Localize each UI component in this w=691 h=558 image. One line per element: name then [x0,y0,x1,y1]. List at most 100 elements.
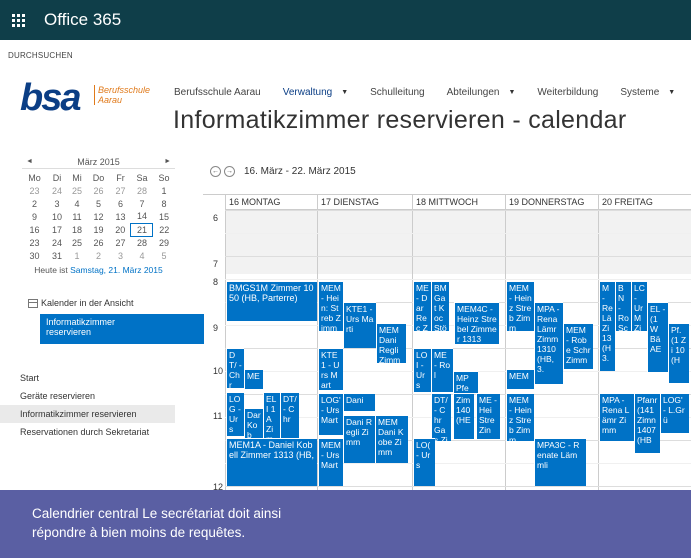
next-month-icon[interactable]: ► [164,158,171,165]
day-header-wednesday[interactable]: 18 MITTWOCH [412,195,505,210]
date-cell[interactable]: 14 [131,210,153,223]
date-cell[interactable]: 20 [110,223,131,236]
leftnav-item-start[interactable]: Start [0,369,175,387]
calendar-event[interactable]: Dani Regli Zimm [343,415,375,463]
topnav-item-schulleitung[interactable]: Schulleitung [370,87,424,98]
date-cell[interactable]: 4 [131,249,153,262]
calendar-event[interactable]: BM Gat Koc Stö [431,281,449,331]
calendar-event[interactable]: MEM - Hein: Streb Zimm [318,281,343,331]
date-cell[interactable]: 28 [131,236,153,249]
calendar-event[interactable]: DT/ - Chr [226,348,244,388]
topnav-item-verwaltung[interactable]: Verwaltung ▼ [283,87,348,98]
date-cell[interactable]: 5 [153,249,175,262]
date-cell[interactable]: 18 [67,223,87,236]
calendar-event[interactable]: ME [244,369,263,389]
calendar-event[interactable]: BN - Ro Sc Zi [615,281,631,331]
calendar-event[interactable]: LOG' - L.Grü [660,393,689,433]
date-cell[interactable]: 13 [110,210,131,223]
date-cell[interactable]: 10 [47,210,67,223]
chevron-down-icon[interactable]: ▼ [341,89,348,96]
calendar-event[interactable]: Dani [343,393,375,411]
calendar-event[interactable]: KTE1 - Urs Mart [318,348,343,390]
date-cell-selected[interactable]: 21 [130,222,154,237]
calendar-event[interactable]: ME - Hei Stre Zin [476,393,500,439]
date-cell[interactable]: 11 [67,210,87,223]
date-cell[interactable]: 1 [153,184,175,197]
calendar-event[interactable]: Pf. (1 Zi 10 (H [668,323,689,383]
topnav-item-systeme[interactable]: Systeme ▼ [620,87,675,98]
date-cell[interactable]: 25 [67,184,87,197]
app-title[interactable]: Office 365 [44,10,121,30]
day-header-monday[interactable]: 16 MONTAG [225,195,317,210]
day-header-friday[interactable]: 20 FREITAG [598,195,691,210]
day-header-thursday[interactable]: 19 DONNERSTAG [505,195,598,210]
today-link[interactable]: Samstag, 21. März 2015 [70,265,163,275]
calendar-event[interactable]: MEM Dani Regli Zimm [376,323,406,363]
date-cell[interactable]: 30 [22,249,47,262]
calendar-event[interactable]: MEM [506,369,534,389]
selected-calendar[interactable]: Informatikzimmer reservieren [40,314,204,344]
date-cell[interactable]: 8 [153,197,175,210]
date-cell[interactable]: 17 [47,223,67,236]
calendar-event[interactable]: DT/ - Chr Gas Zir [431,393,451,441]
date-cell[interactable]: 23 [22,184,47,197]
date-cell[interactable]: 29 [153,236,175,249]
calendar-event[interactable]: M - Re Lä Zi 13 (H 3. [599,281,615,371]
topnav-item-berufsschule[interactable]: Berufsschule Aarau [174,87,261,98]
calendar-event[interactable]: LOG - Urs [226,392,244,436]
date-cell[interactable]: 15 [153,210,175,223]
date-cell[interactable]: 25 [67,236,87,249]
calendar-event[interactable]: Pfanr (141 Zimn 1407 (HB [634,393,660,453]
calendar-event[interactable]: MEM4C - Heinz Strebel Zimmer 1313 [454,302,499,344]
leftnav-item-informatikzimmer[interactable]: Informatikzimmer reservieren [0,405,175,423]
date-cell[interactable]: 19 [87,223,110,236]
date-cell[interactable]: 4 [67,197,87,210]
leftnav-item-sekretariat[interactable]: Reservationen durch Sekretariat [0,423,175,441]
calendar-event[interactable]: MEM - Urs Mart [318,438,343,486]
calendar-event[interactable]: MEM Dani Kobe Zimm [375,415,408,463]
calendar-event[interactable]: MP Pfe [453,371,478,393]
site-logo[interactable]: bsa Berufsschule Aarau [20,79,150,119]
calendar-event[interactable]: MPA - Rena Lämr Zimm 1310 (HB, 3. [534,302,563,384]
date-cell[interactable]: 26 [87,236,110,249]
waffle-icon[interactable] [0,0,36,40]
calendar-event[interactable]: Dar Kob [244,408,263,438]
calendar-event[interactable]: LC - Ur M Zi [631,281,647,331]
calendar-event[interactable]: MEM - Heinz Streb Zimm [506,281,534,331]
date-cell[interactable]: 7 [131,197,153,210]
day-header-tuesday[interactable]: 17 DIENSTAG [317,195,412,210]
date-cell[interactable]: 27 [110,184,131,197]
calendar-event[interactable]: MPA - Rena Lämr Zimm [599,393,634,441]
calendar-event[interactable]: MEM1A - Daniel Kobell Zimmer 1313 (HB, [226,438,317,486]
next-week-icon[interactable]: → [224,166,235,177]
date-cell[interactable]: 6 [110,197,131,210]
calendar-event[interactable]: MEM - Heinz Streb Zimm [506,393,534,441]
date-cell[interactable]: 16 [22,223,47,236]
topnav-item-weiterbildung[interactable]: Weiterbildung [537,87,598,98]
date-cell[interactable]: 31 [47,249,67,262]
date-cell[interactable]: 23 [22,236,47,249]
date-cell[interactable]: 2 [22,197,47,210]
calendar-event[interactable]: Zim 140 (HE [453,393,474,439]
calendar-event[interactable]: ME - Dar Reç Zim [413,281,431,331]
calendar-event[interactable]: EL - (1 W Bä AE [647,302,668,372]
calendar-event[interactable]: BMGS1M Zimmer 1050 (HB, Parterre) [226,281,317,321]
date-cell[interactable]: 5 [87,197,110,210]
date-cell[interactable]: 26 [87,184,110,197]
prev-month-icon[interactable]: ◄ [26,158,33,165]
calendar-event[interactable]: LOI - Urs Ma Zim [413,348,431,392]
date-cell[interactable]: 27 [110,236,131,249]
date-cell[interactable]: 3 [47,197,67,210]
calendar-event[interactable]: ME - Rol [431,348,453,392]
date-cell[interactable]: 24 [47,184,67,197]
calendar-event[interactable]: KTE1 - Urs Marti [343,302,376,348]
date-cell[interactable]: 22 [153,223,175,236]
ribbon-browse-tab[interactable]: DURCHSUCHEN [0,40,691,64]
date-cell[interactable]: 28 [131,184,153,197]
calendar-event[interactable]: ELI 1A Zim [263,392,280,438]
chevron-down-icon[interactable]: ▼ [508,89,515,96]
calendar-event[interactable]: LOG' - Urs Mart [318,393,343,435]
calendar-event[interactable]: LO( - Urs [413,438,435,486]
date-cell[interactable]: 3 [110,249,131,262]
chevron-down-icon[interactable]: ▼ [668,89,675,96]
